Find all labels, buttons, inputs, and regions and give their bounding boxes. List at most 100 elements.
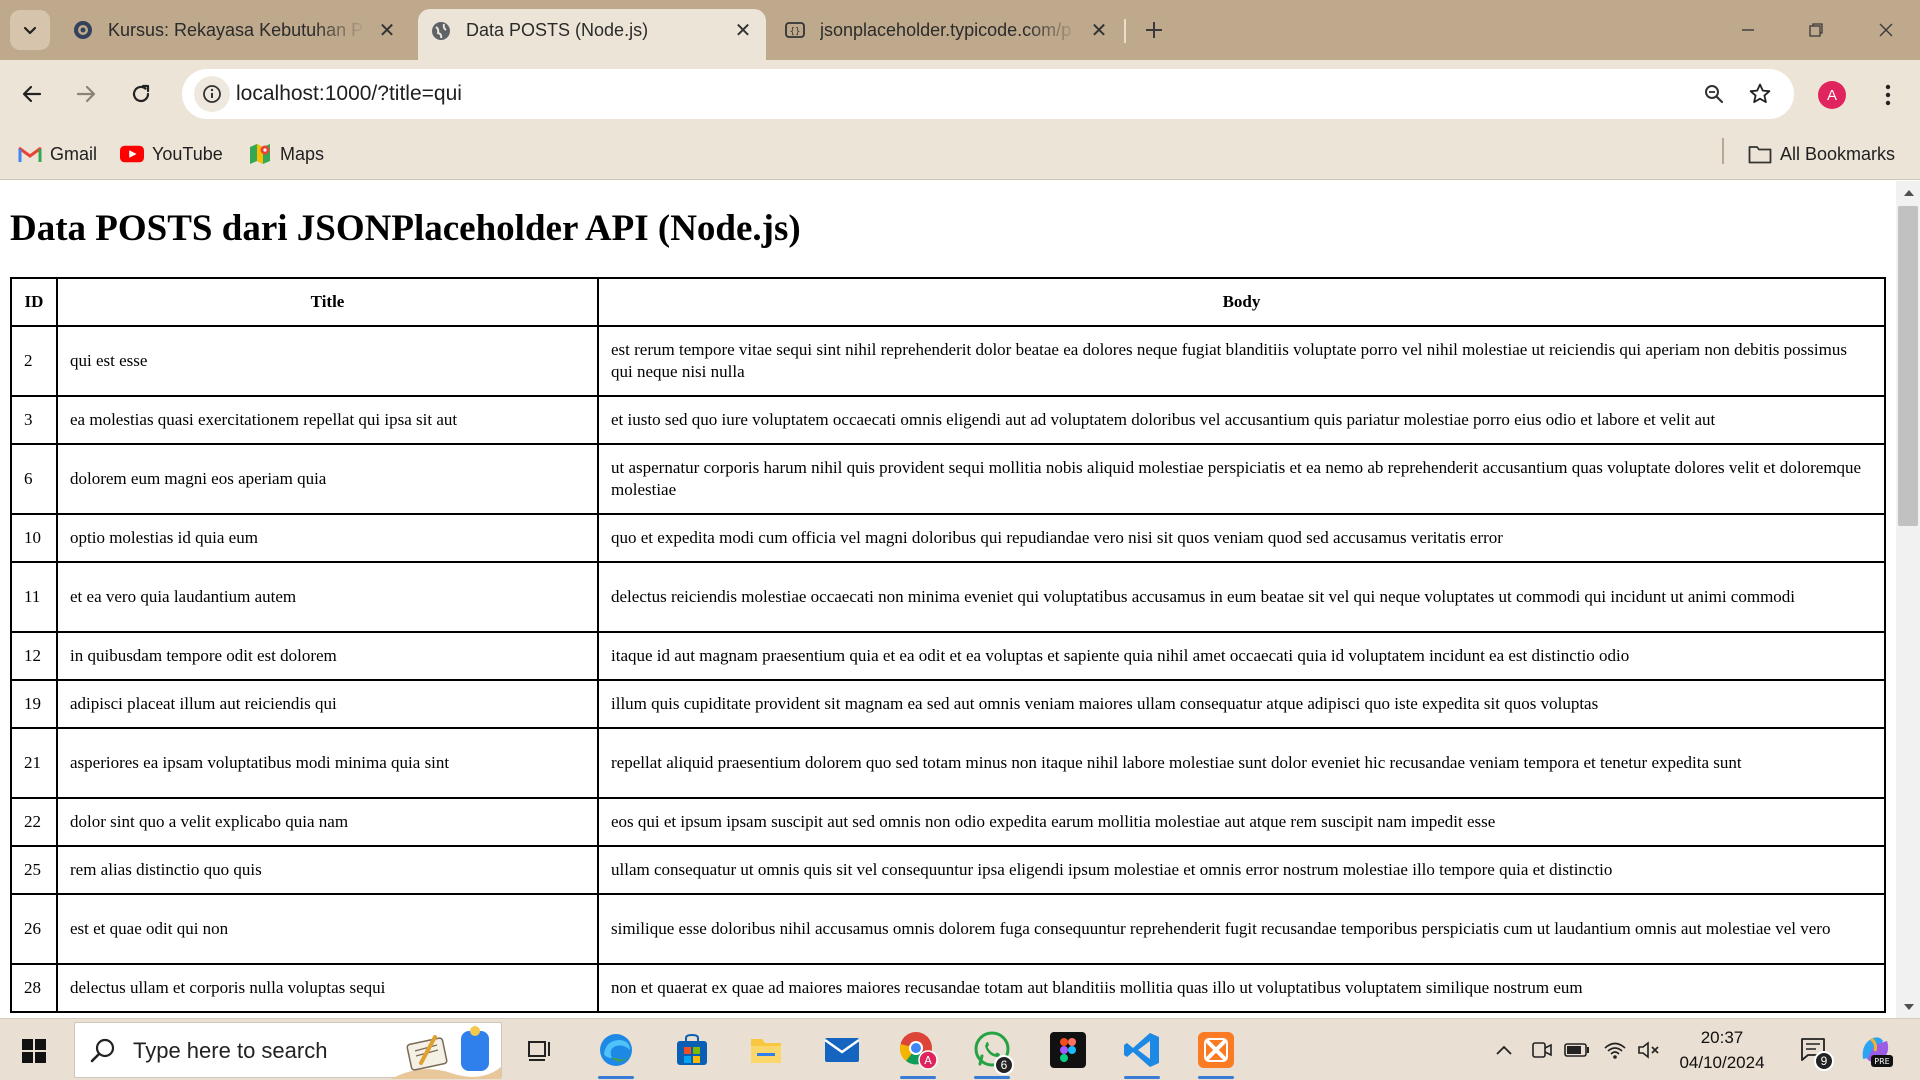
bookmark-label: Maps xyxy=(280,143,325,164)
cell-id: 6 xyxy=(10,443,58,515)
system-clock[interactable]: 20:37 04/10/2024 xyxy=(1672,1025,1772,1075)
all-bookmarks-label: All Bookmarks xyxy=(1780,143,1896,164)
browser-menu-button[interactable] xyxy=(1870,77,1906,113)
profile-avatar[interactable]: A xyxy=(1818,81,1846,109)
table-row: 22 dolor sint quo a velit explicabo quia… xyxy=(10,797,1886,847)
clock-date: 04/10/2024 xyxy=(1679,1053,1765,1072)
cell-body: non et quaerat ex quae ad maiores maiore… xyxy=(597,963,1886,1013)
close-tab-icon[interactable]: ✕ xyxy=(732,20,754,42)
site-info-icon[interactable] xyxy=(194,76,230,112)
tab-search-button[interactable] xyxy=(10,10,50,50)
cell-id: 10 xyxy=(10,513,58,563)
bookmark-gmail[interactable]: Gmail xyxy=(18,138,97,170)
cell-id: 2 xyxy=(10,325,58,397)
tab-title: Kursus: Rekayasa Kebutuhan Pe xyxy=(108,19,366,40)
cell-id: 21 xyxy=(10,727,58,799)
minimize-button[interactable] xyxy=(1714,0,1782,60)
mail-icon[interactable] xyxy=(818,1027,866,1073)
url-text[interactable]: localhost:1000/?title=qui xyxy=(236,69,462,119)
bookmark-youtube[interactable]: YouTube xyxy=(120,138,223,170)
arrow-left-icon xyxy=(22,85,42,103)
restore-icon xyxy=(1809,23,1823,37)
file-explorer-icon[interactable] xyxy=(742,1027,790,1073)
cell-id: 12 xyxy=(10,631,58,681)
cell-id: 28 xyxy=(10,963,58,1013)
start-button[interactable] xyxy=(14,1033,54,1069)
cell-body: quo et expedita modi cum officia vel mag… xyxy=(597,513,1886,563)
cell-body: ut aspernatur corporis harum nihil quis … xyxy=(597,443,1886,515)
battery-icon[interactable] xyxy=(1562,1037,1592,1063)
column-header-title: Title xyxy=(56,277,599,327)
vscode-icon[interactable] xyxy=(1118,1027,1166,1079)
cell-title: qui est esse xyxy=(56,325,599,397)
wifi-icon[interactable] xyxy=(1600,1037,1630,1063)
tab-kursus[interactable]: Kursus: Rekayasa Kebutuhan Pe ✕ xyxy=(60,9,410,51)
all-bookmarks-button[interactable]: All Bookmarks xyxy=(1748,138,1895,170)
bookmark-star-icon[interactable] xyxy=(1744,78,1776,110)
close-window-button[interactable] xyxy=(1852,0,1920,60)
figma-icon[interactable] xyxy=(1044,1027,1092,1073)
page-title: Data POSTS dari JSONPlaceholder API (Nod… xyxy=(10,208,801,249)
reload-button[interactable] xyxy=(121,74,161,114)
table-row: 26 est et quae odit qui non similique es… xyxy=(10,893,1886,965)
tab-data-posts[interactable]: Data POSTS (Node.js) ✕ xyxy=(418,9,766,60)
scrollbar-thumb[interactable] xyxy=(1898,206,1918,526)
cell-title: delectus ullam et corporis nulla volupta… xyxy=(56,963,599,1013)
tab-title: Data POSTS (Node.js) xyxy=(466,20,649,40)
close-tab-icon[interactable]: ✕ xyxy=(1088,19,1110,42)
tab-title: jsonplaceholder.typicode.com/p xyxy=(820,19,1072,40)
table-row: 10 optio molestias id quia eum quo et ex… xyxy=(10,513,1886,563)
whatsapp-icon[interactable]: 6 xyxy=(968,1027,1016,1079)
zoom-icon[interactable] xyxy=(1698,78,1730,110)
maps-icon xyxy=(248,142,272,166)
close-tab-icon[interactable]: ✕ xyxy=(376,19,398,42)
show-hidden-icons-icon[interactable] xyxy=(1490,1037,1518,1063)
forward-button[interactable] xyxy=(66,74,106,114)
cell-id: 26 xyxy=(10,893,58,965)
table-row: 28 delectus ullam et corporis nulla volu… xyxy=(10,963,1886,1013)
meet-now-icon[interactable] xyxy=(1528,1037,1556,1063)
table-row: 21 asperiores ea ipsam voluptatibus modi… xyxy=(10,727,1886,799)
taskbar-search-box[interactable]: Type here to search xyxy=(74,1022,502,1079)
chevron-down-icon xyxy=(23,26,37,35)
chrome-icon[interactable]: A xyxy=(894,1027,942,1079)
cell-title: rem alias distinctio quo quis xyxy=(56,845,599,895)
task-view-icon[interactable] xyxy=(516,1027,564,1073)
copilot-icon[interactable]: PRE xyxy=(1852,1031,1898,1069)
xampp-icon[interactable] xyxy=(1192,1027,1240,1079)
posts-table: ID Title Body 2 qui est esse est rerum t… xyxy=(10,277,1886,1013)
close-icon xyxy=(1879,23,1893,37)
notification-count-badge: 9 xyxy=(1814,1051,1834,1071)
new-tab-button[interactable] xyxy=(1136,12,1172,48)
bookmarks-bar: Gmail YouTube Maps All Bookmarks xyxy=(0,128,1920,180)
scroll-up-arrow-icon[interactable] xyxy=(1904,190,1914,196)
cell-id: 19 xyxy=(10,679,58,729)
microsoft-store-icon[interactable] xyxy=(668,1027,716,1073)
scroll-down-arrow-icon[interactable] xyxy=(1904,1004,1914,1010)
browser-toolbar: localhost:1000/?title=qui A xyxy=(0,60,1920,128)
tab-jsonplaceholder[interactable]: {} jsonplaceholder.typicode.com/p ✕ xyxy=(772,9,1122,51)
cell-body: delectus reiciendis molestiae occaecati … xyxy=(597,561,1886,633)
windows-logo-icon xyxy=(22,1039,46,1063)
cell-body: ullam consequatur ut omnis quis sit vel … xyxy=(597,845,1886,895)
windows-taskbar: Type here to search A 6 20:37 04/10/2024… xyxy=(0,1018,1920,1080)
address-bar[interactable]: localhost:1000/?title=qui xyxy=(182,69,1794,119)
edge-icon[interactable] xyxy=(592,1027,640,1079)
cell-title: est et quae odit qui non xyxy=(56,893,599,965)
bookmarks-separator xyxy=(1722,138,1724,164)
cell-body: est rerum tempore vitae sequi sint nihil… xyxy=(597,325,1886,397)
notification-center-icon[interactable]: 9 xyxy=(1794,1033,1834,1071)
table-header-row: ID Title Body xyxy=(10,277,1886,327)
restore-button[interactable] xyxy=(1782,0,1850,60)
svg-text:A: A xyxy=(924,1054,932,1067)
cell-title: ea molestias quasi exercitationem repell… xyxy=(56,395,599,445)
cell-body: repellat aliquid praesentium dolorem quo… xyxy=(597,727,1886,799)
cell-body: itaque id aut magnam praesentium quia et… xyxy=(597,631,1886,681)
back-button[interactable] xyxy=(12,74,52,114)
bookmark-maps[interactable]: Maps xyxy=(248,138,324,170)
globe-icon xyxy=(430,20,452,42)
volume-muted-icon[interactable] xyxy=(1634,1037,1664,1063)
folder-icon xyxy=(1748,142,1772,166)
cell-body: illum quis cupiditate provident sit magn… xyxy=(597,679,1886,729)
cell-title: in quibusdam tempore odit est dolorem xyxy=(56,631,599,681)
